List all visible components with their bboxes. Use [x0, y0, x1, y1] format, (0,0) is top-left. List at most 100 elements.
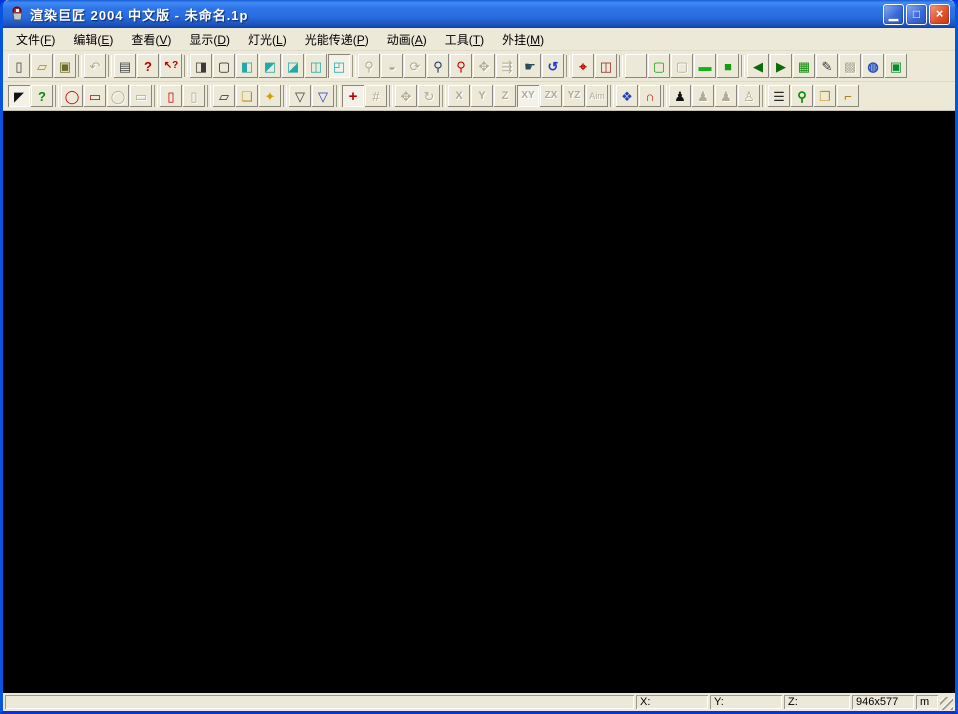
- toolbar-icon: ⚲: [433, 60, 443, 73]
- globe-button[interactable]: ◍: [862, 54, 884, 78]
- query-button[interactable]: ?: [31, 85, 53, 107]
- help-button[interactable]: ?: [137, 54, 159, 78]
- figure-crouch-button[interactable]: ♟: [669, 85, 691, 107]
- block-editor-button[interactable]: ❖: [616, 85, 638, 107]
- window-title: 渲染巨匠 2004 中文版 - 未命名.1p: [30, 5, 883, 24]
- pen-button[interactable]: ✎: [816, 54, 838, 78]
- toolbar-icon: ▢: [218, 60, 230, 73]
- surface-tool-button[interactable]: ▱: [213, 85, 235, 107]
- desk-lamp-button[interactable]: ⌐: [837, 85, 859, 107]
- context-help-button[interactable]: ↖?: [160, 54, 182, 78]
- undo-button: ↶: [84, 54, 106, 78]
- move-button: ✥: [395, 85, 417, 107]
- open-file-button[interactable]: ▱: [31, 54, 53, 78]
- toolbar-icon: ∩: [645, 90, 654, 103]
- select-ellipse-button[interactable]: ◯: [61, 85, 83, 107]
- pattern-frame-button[interactable]: ▦: [793, 54, 815, 78]
- hand-button[interactable]: ☛: [519, 54, 541, 78]
- zoom-extents-button[interactable]: ⌖: [572, 54, 594, 78]
- toolbar-icon: ◫: [600, 60, 612, 73]
- menu-edit[interactable]: 编辑(E): [64, 29, 122, 50]
- display-wireframe-button[interactable]: ▢: [213, 54, 235, 78]
- separator: [388, 85, 394, 107]
- maximize-button[interactable]: □: [906, 4, 927, 25]
- x-label: X:: [640, 696, 650, 708]
- toolbar-icon: [283, 85, 287, 107]
- display-realistic-button[interactable]: ◰: [328, 54, 350, 78]
- toolbar-icon: ☰: [773, 90, 785, 103]
- save-button[interactable]: ▣: [54, 54, 76, 78]
- toolbar-icon: Z: [502, 91, 509, 102]
- menu-tools[interactable]: 工具(T): [436, 29, 493, 50]
- toolbar-icon: ↶: [90, 60, 101, 73]
- new-file-button[interactable]: ▯: [8, 54, 30, 78]
- toolbar-icon: ↖?: [164, 61, 179, 71]
- aim-button: Aim: [586, 85, 608, 107]
- define-view-button[interactable]: ◨: [190, 54, 212, 78]
- toolbar-icon: ◤: [14, 90, 24, 103]
- analyze-button[interactable]: ⚲: [791, 85, 813, 107]
- figure-crouch2-button: ♟: [692, 85, 714, 107]
- menu-radiosity[interactable]: 光能传递(P): [296, 29, 378, 50]
- render-frame-button[interactable]: ◫: [595, 54, 617, 78]
- separator: [618, 54, 624, 78]
- display-quickshade-button[interactable]: ◩: [259, 54, 281, 78]
- toolbar-icon: [336, 85, 340, 107]
- toolbar-icon: [108, 55, 112, 77]
- new-page-button[interactable]: ▯: [160, 85, 182, 107]
- copy-pages-button[interactable]: ❐: [814, 85, 836, 107]
- deselect-ellipse-button: ◯: [107, 85, 129, 107]
- toolbar-icon: ⇶: [502, 60, 513, 73]
- status-x: X:: [636, 695, 708, 709]
- menu-light[interactable]: 灯光(L): [239, 29, 296, 50]
- camera-back-button[interactable]: ◀: [747, 54, 769, 78]
- status-bar: X: Y: Z: 946x577 m: [3, 693, 955, 711]
- close-button[interactable]: ×: [929, 4, 950, 25]
- resize-grip[interactable]: [940, 697, 953, 710]
- layers-button[interactable]: ☰: [768, 85, 790, 107]
- select-button[interactable]: ◤: [8, 85, 30, 107]
- zoom-button[interactable]: ⚲: [427, 54, 449, 78]
- toolbar-icon: ▽: [295, 90, 305, 103]
- toolbar-icon: ◒: [388, 60, 396, 73]
- display-enhanced-button[interactable]: ◫: [305, 54, 327, 78]
- menu-file[interactable]: 文件(F): [7, 29, 64, 50]
- separator: [740, 54, 746, 78]
- zoom-window-button[interactable]: ⚲: [450, 54, 472, 78]
- walkthrough-button: ⇶: [496, 54, 518, 78]
- filter-select-button[interactable]: ▽: [312, 85, 334, 107]
- block-tool-button[interactable]: ❏: [236, 85, 258, 107]
- toolbar-icon: [442, 85, 446, 107]
- minimize-button[interactable]: ▁: [883, 4, 904, 25]
- axis-y-button: Y: [471, 85, 493, 107]
- print-button[interactable]: ▤: [114, 54, 136, 78]
- mesh-slab-button[interactable]: ▬: [694, 54, 716, 78]
- toolbar-icon: ◧: [241, 60, 253, 73]
- add-point-button[interactable]: +: [342, 85, 364, 107]
- menu-view[interactable]: 查看(V): [122, 29, 180, 50]
- menu-animation[interactable]: 动画(A): [378, 29, 436, 50]
- display-hiddenline-button[interactable]: ◧: [236, 54, 258, 78]
- z-label: Z:: [788, 696, 798, 708]
- select-window-button[interactable]: ▭: [84, 85, 106, 107]
- toolbar-icon: ⌐: [844, 90, 852, 103]
- toolbar-icon: ❐: [819, 90, 831, 103]
- display-shaded-button[interactable]: ◪: [282, 54, 304, 78]
- toolbar-icon: ◩: [264, 60, 276, 73]
- menu-display[interactable]: 显示(D): [180, 29, 239, 50]
- toolbar-icon: [389, 85, 393, 107]
- camera-forward-button[interactable]: ▶: [770, 54, 792, 78]
- magnet-button[interactable]: ∩: [639, 85, 661, 107]
- solid-cube-button[interactable]: ■: [717, 54, 739, 78]
- filter-button[interactable]: ▽: [289, 85, 311, 107]
- snap-button: #: [365, 85, 387, 107]
- solution-wireframe-button[interactable]: ▢: [648, 54, 670, 78]
- spin-button[interactable]: ↺: [542, 54, 564, 78]
- toolbar-icon: ♟: [697, 90, 709, 103]
- luminaire-tool-button[interactable]: ✦: [259, 85, 281, 107]
- window-controls: ▁ □ ×: [883, 4, 950, 25]
- monitor-button[interactable]: ▣: [885, 54, 907, 78]
- viewport[interactable]: [3, 111, 955, 693]
- menu-plugins[interactable]: 外挂(M): [493, 29, 553, 50]
- toolbar-row-1: ▯ ▱ ▣ ↶ ▤: [3, 51, 955, 82]
